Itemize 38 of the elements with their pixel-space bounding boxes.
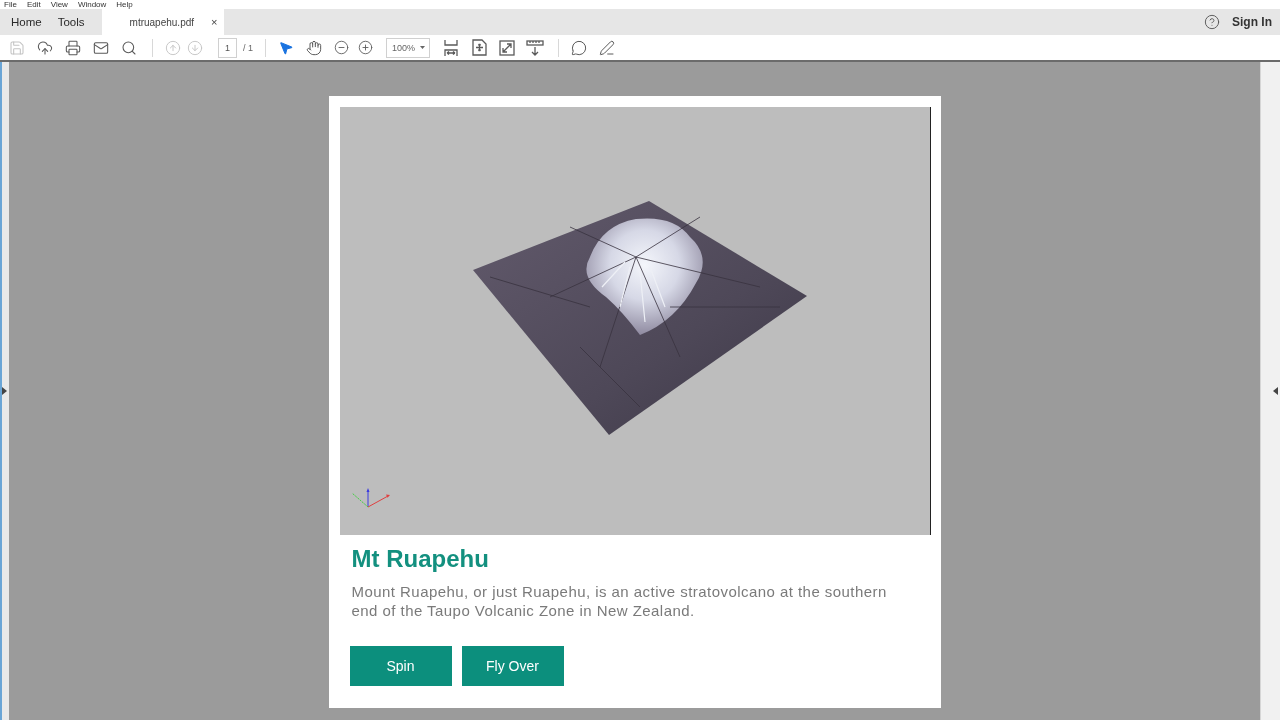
zoom-in-icon[interactable] — [357, 40, 373, 55]
page-number-field[interactable]: 1 — [218, 37, 237, 58]
nav-tab[interactable]: Home — [3, 9, 50, 35]
expand-panel-icon[interactable] — [2, 387, 7, 395]
sign-in-link[interactable]: Sign In — [1232, 15, 1272, 29]
menu-item[interactable]: Window — [77, 0, 107, 9]
nav-tab[interactable]: Tools — [49, 9, 93, 35]
upload-icon[interactable] — [37, 39, 53, 56]
select-pointer-icon[interactable] — [278, 39, 294, 56]
description-text: Mount Ruapehu, or just Ruapehu, is an active stratovolcano at the southern end of the Taupo Volcanic Zone in New Zealand. — [351, 582, 888, 620]
document-tab[interactable]: mtruapehu.pdf × — [101, 9, 225, 35]
hand-tool-icon[interactable] — [306, 39, 322, 56]
page-count: / 1 — [243, 42, 253, 53]
search-icon[interactable] — [121, 39, 137, 56]
document-title: Mt Ruapehu — [351, 545, 489, 573]
help-icon[interactable] — [1204, 14, 1220, 30]
comment-icon[interactable] — [571, 39, 587, 56]
zoom-dropdown[interactable]: 100% — [386, 37, 430, 58]
menu-item[interactable]: File — [4, 0, 17, 9]
menu-item[interactable]: View — [50, 0, 68, 9]
3d-viewport[interactable] — [339, 107, 931, 535]
axis-triad-icon — [351, 488, 390, 508]
page-view-icon[interactable] — [471, 39, 487, 56]
pen-icon[interactable] — [599, 39, 615, 56]
action-button[interactable]: Spin — [349, 646, 452, 686]
full-screen-icon[interactable] — [499, 39, 515, 56]
action-button[interactable]: Fly Over — [461, 646, 564, 686]
collapse-panel-icon[interactable] — [1273, 387, 1278, 395]
close-tab-button[interactable]: × — [211, 16, 218, 28]
zoom-out-icon[interactable] — [333, 40, 349, 55]
menu-item[interactable]: Help — [116, 0, 133, 9]
terrain-model-drawing[interactable] — [472, 201, 807, 435]
scroll-mode-icon[interactable] — [526, 39, 544, 56]
menu-item[interactable]: Edit — [26, 0, 41, 9]
caret-icon — [420, 46, 425, 49]
print-icon[interactable] — [65, 39, 81, 56]
fit-width-icon[interactable] — [443, 38, 459, 57]
mail-icon[interactable] — [93, 39, 109, 56]
